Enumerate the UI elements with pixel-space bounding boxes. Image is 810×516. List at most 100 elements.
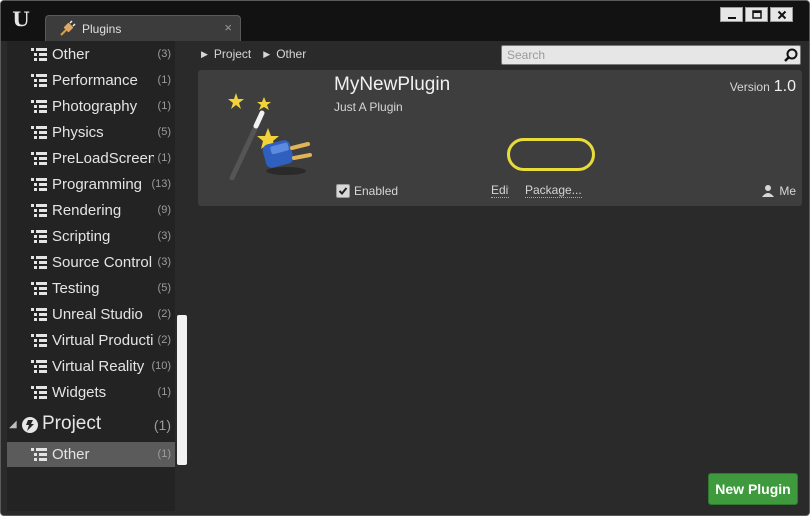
sidebar-item-count: (3) <box>157 48 171 60</box>
search-input[interactable] <box>502 46 782 64</box>
sidebar-item-virtual-production[interactable]: Virtual Production (2) <box>7 328 175 353</box>
sidebar-item-preloadscreen[interactable]: PreLoadScreen (1) <box>7 146 175 171</box>
magic-wand-plug-icon <box>228 93 312 180</box>
package-link[interactable]: Package... <box>525 183 582 198</box>
sidebar-section-count: (1) <box>153 417 171 433</box>
edit-link[interactable]: Edit... <box>491 183 509 198</box>
sidebar-item-count: (13) <box>151 178 171 190</box>
sidebar-item-widgets[interactable]: Widgets (1) <box>7 380 175 405</box>
sidebar-item-label: Widgets <box>52 384 107 401</box>
sidebar-item-count: (10) <box>151 360 171 372</box>
chevron-right-icon: ▶ <box>201 48 208 59</box>
window-controls <box>720 7 793 22</box>
breadcrumb: ▶ Project ▶ Other <box>201 47 318 61</box>
plugins-window: U Plugins × Other (3) Performance (1) Ph… <box>0 0 810 516</box>
sidebar-item-label: Unreal Studio <box>52 306 143 323</box>
list-icon <box>31 204 47 217</box>
sidebar-item-label: Rendering <box>52 202 122 219</box>
plugin-description: Just A Plugin <box>334 100 403 114</box>
list-icon <box>31 448 47 461</box>
list-icon <box>31 282 47 295</box>
plugin-card[interactable]: MyNewPlugin Just A Plugin Version 1.0 En… <box>198 70 802 206</box>
version-label: Version <box>729 80 770 94</box>
list-icon <box>31 100 47 113</box>
author-name: Me <box>779 184 796 198</box>
plugin-author: Me <box>761 184 796 198</box>
sidebar-item-scripting[interactable]: Scripting (3) <box>7 224 175 249</box>
sidebar-item-photography[interactable]: Photography (1) <box>7 94 175 119</box>
list-icon <box>31 230 47 243</box>
sidebar-item-count: (3) <box>157 230 171 242</box>
sidebar-scrollbar[interactable] <box>177 315 187 465</box>
sidebar-item-other[interactable]: Other (3) <box>7 42 175 67</box>
sidebar-item-rendering[interactable]: Rendering (9) <box>7 198 175 223</box>
tab-plugins[interactable]: Plugins × <box>45 15 241 41</box>
triangle-down-icon[interactable]: ◢ <box>9 419 17 430</box>
version-value: 1.0 <box>773 78 796 95</box>
sidebar-section-label: Project <box>42 413 102 434</box>
sidebar-item-count: (1) <box>157 152 171 164</box>
list-icon <box>31 334 47 347</box>
sidebar-item-label: Programming <box>52 176 143 193</box>
sidebar-section-project[interactable]: ◢ Project (1) <box>7 411 175 439</box>
enabled-toggle[interactable]: Enabled <box>336 184 398 198</box>
sidebar-item-label: Photography <box>52 98 138 115</box>
list-icon <box>31 256 47 269</box>
sidebar-item-programming[interactable]: Programming (13) <box>7 172 175 197</box>
sidebar-item-unreal-studio[interactable]: Unreal Studio (2) <box>7 302 175 327</box>
sidebar-item-count: (5) <box>157 282 171 294</box>
package-highlight-annotation <box>507 138 595 171</box>
list-icon <box>31 126 47 139</box>
sidebar-item-count: (2) <box>157 334 171 346</box>
plugin-version: Version 1.0 <box>730 78 796 96</box>
sidebar-item-count: (9) <box>157 204 171 216</box>
sidebar-item-project-other[interactable]: Other (1) <box>7 442 175 467</box>
plug-icon <box>58 19 76 38</box>
enabled-label: Enabled <box>354 184 399 198</box>
unreal-engine-logo: U <box>12 7 30 31</box>
sidebar-item-label: Scripting <box>52 228 111 245</box>
list-icon <box>31 178 47 191</box>
maximize-icon[interactable] <box>745 7 768 22</box>
tab-title: Plugins <box>82 21 122 36</box>
sidebar-item-performance[interactable]: Performance (1) <box>7 68 175 93</box>
sidebar-item-count: (1) <box>157 74 171 86</box>
sidebar-item-testing[interactable]: Testing (5) <box>7 276 175 301</box>
sidebar-item-count: (5) <box>157 126 171 138</box>
list-icon <box>31 308 47 321</box>
sidebar-item-label: Testing <box>52 280 100 297</box>
search-icon[interactable] <box>782 46 800 64</box>
main-content: Other (3) Performance (1) Photography (1… <box>1 41 809 515</box>
list-icon <box>31 386 47 399</box>
category-sidebar: Other (3) Performance (1) Photography (1… <box>7 41 175 511</box>
sidebar-item-count: (1) <box>157 386 171 398</box>
list-icon <box>31 48 47 61</box>
breadcrumb-project[interactable]: Project <box>214 47 251 61</box>
user-icon <box>762 185 775 197</box>
sidebar-item-count: (1) <box>157 448 171 460</box>
breadcrumb-other[interactable]: Other <box>276 47 306 61</box>
sidebar-item-count: (3) <box>157 256 171 268</box>
sidebar-item-label: Physics <box>52 124 104 141</box>
project-icon <box>22 417 38 433</box>
plugin-name: MyNewPlugin <box>334 74 451 95</box>
sidebar-item-virtual-reality[interactable]: Virtual Reality (10) <box>7 354 175 379</box>
new-plugin-button[interactable]: New Plugin <box>708 473 798 505</box>
sidebar-item-label: Virtual Reality <box>52 358 145 375</box>
sidebar-item-label: Other <box>52 46 90 63</box>
sidebar-item-label: Other <box>52 446 90 463</box>
close-tab-icon[interactable]: × <box>224 20 232 35</box>
sidebar-item-label: Performance <box>52 72 138 89</box>
list-icon <box>31 360 47 373</box>
minimize-icon[interactable] <box>720 7 743 22</box>
sidebar-item-physics[interactable]: Physics (5) <box>7 120 175 145</box>
close-icon[interactable] <box>770 7 793 22</box>
sidebar-item-source-control[interactable]: Source Control (3) <box>7 250 175 275</box>
chevron-right-icon: ▶ <box>263 48 271 59</box>
sidebar-item-label: PreLoadScreen <box>52 150 154 167</box>
search-box <box>501 45 801 65</box>
list-icon <box>31 74 47 87</box>
sidebar-item-count: (2) <box>157 308 171 320</box>
list-icon <box>31 152 47 165</box>
enabled-checkbox[interactable] <box>336 184 350 198</box>
